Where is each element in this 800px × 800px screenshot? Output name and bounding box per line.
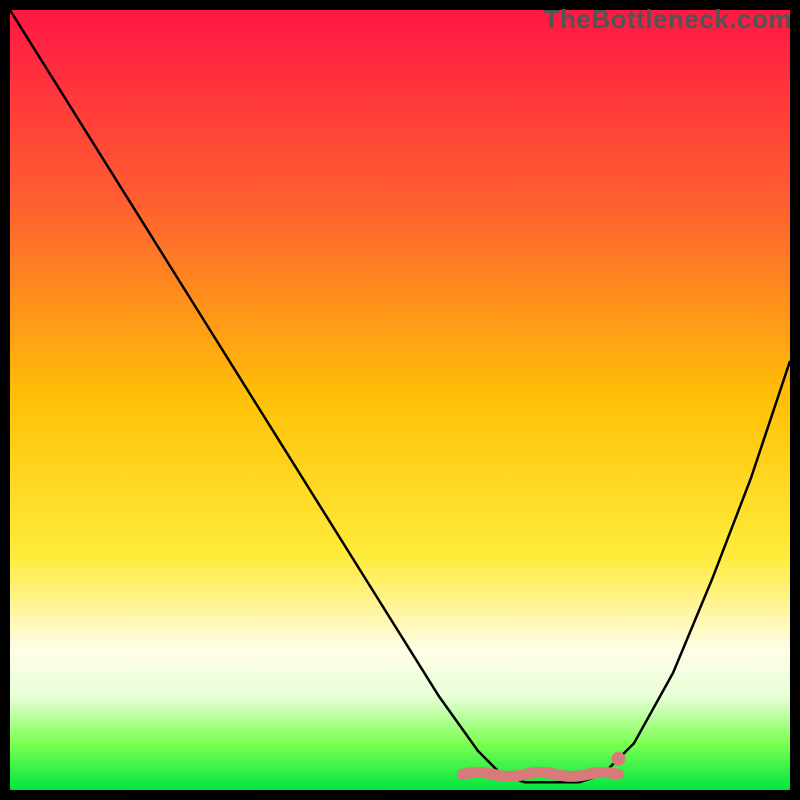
chart-svg (10, 10, 790, 790)
chart-container: TheBottleneck.com (0, 0, 800, 800)
watermark-text: TheBottleneck.com (544, 4, 792, 35)
plot-area (10, 10, 790, 790)
